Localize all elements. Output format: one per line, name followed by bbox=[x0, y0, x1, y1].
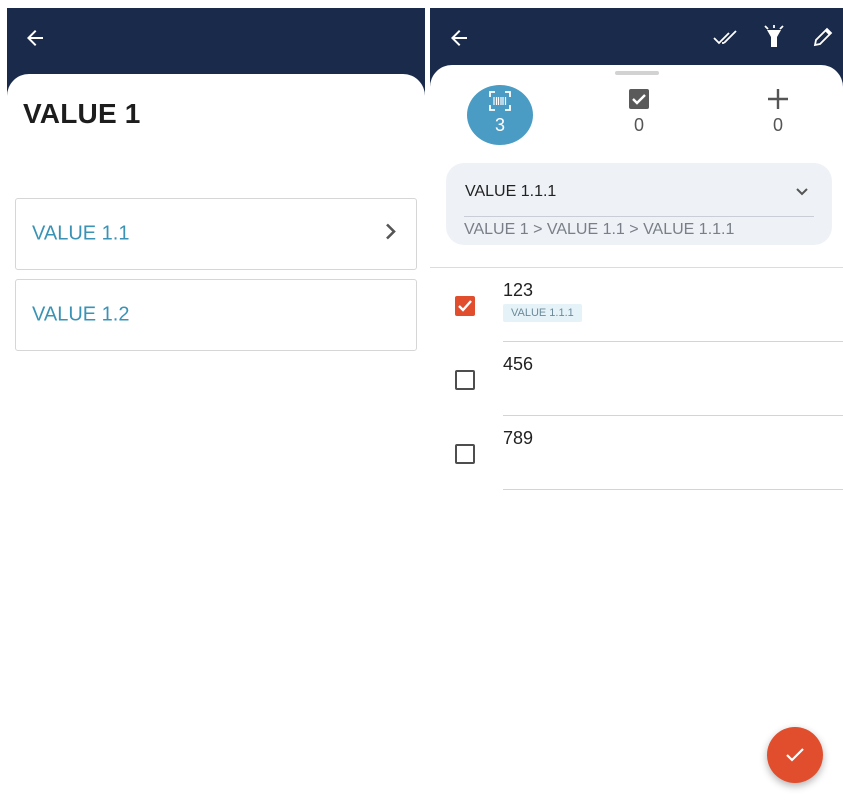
location-dropdown[interactable]: VALUE 1.1.1 bbox=[464, 173, 814, 217]
checked-count: 0 bbox=[633, 115, 644, 135]
checkbox-unchecked[interactable] bbox=[455, 370, 475, 390]
item-code: 456 bbox=[503, 354, 534, 374]
chevron-right-icon bbox=[384, 223, 398, 246]
checked-count-tab[interactable]: 0 bbox=[606, 85, 672, 145]
chevron-down-icon bbox=[794, 185, 810, 203]
barcode-scan-icon bbox=[467, 85, 533, 113]
list-item-value-1-2[interactable]: VALUE 1.2 bbox=[15, 279, 417, 351]
left-screen: VALUE 1 VALUE 1.1 VALUE 1.2 bbox=[7, 8, 425, 804]
item-code: 789 bbox=[503, 428, 534, 448]
scanned-count: 3 bbox=[494, 115, 505, 135]
scanned-count-tab[interactable]: 3 bbox=[467, 85, 533, 145]
flashlight-icon[interactable] bbox=[758, 21, 790, 53]
checkbox-checked[interactable] bbox=[455, 296, 475, 316]
checkmark-icon bbox=[786, 748, 804, 762]
checkbox-unchecked[interactable] bbox=[455, 444, 475, 464]
table-row: 123 VALUE 1.1.1 bbox=[430, 268, 843, 342]
bottom-sheet: 3 0 0 VALUE 1.1.1 VALUE 1 > VALUE 1.1 > … bbox=[430, 65, 843, 804]
double-check-icon[interactable] bbox=[709, 22, 741, 54]
location-selector-card: VALUE 1.1.1 VALUE 1 > VALUE 1.1 > VALUE … bbox=[446, 163, 832, 245]
list-item-label: VALUE 1.1 bbox=[32, 222, 130, 245]
table-row: 456 bbox=[430, 342, 843, 416]
added-count-tab[interactable]: 0 bbox=[745, 85, 811, 145]
checked-box-icon bbox=[606, 85, 672, 113]
right-screen: 3 0 0 VALUE 1.1.1 VALUE 1 > VALUE 1.1 > … bbox=[430, 8, 843, 804]
list-item-label: VALUE 1.2 bbox=[32, 303, 130, 326]
page-title: VALUE 1 bbox=[23, 98, 141, 129]
back-arrow-icon[interactable] bbox=[19, 22, 51, 54]
content-sheet: VALUE 1 VALUE 1.1 VALUE 1.2 bbox=[7, 74, 425, 804]
location-tag: VALUE 1.1.1 bbox=[503, 304, 582, 322]
item-code: 123 bbox=[503, 280, 534, 300]
location-selected-value: VALUE 1.1.1 bbox=[465, 183, 557, 200]
drag-handle[interactable] bbox=[614, 71, 659, 75]
back-arrow-icon[interactable] bbox=[443, 22, 475, 54]
confirm-fab-button[interactable] bbox=[767, 727, 823, 783]
breadcrumb: VALUE 1 > VALUE 1.1 > VALUE 1.1.1 bbox=[464, 221, 735, 238]
table-row: 789 bbox=[430, 416, 843, 490]
added-count: 0 bbox=[772, 115, 783, 135]
row-divider bbox=[503, 489, 843, 490]
list-item-value-1-1[interactable]: VALUE 1.1 bbox=[15, 198, 417, 270]
edit-pen-icon[interactable] bbox=[807, 21, 839, 53]
plus-icon bbox=[745, 85, 811, 113]
